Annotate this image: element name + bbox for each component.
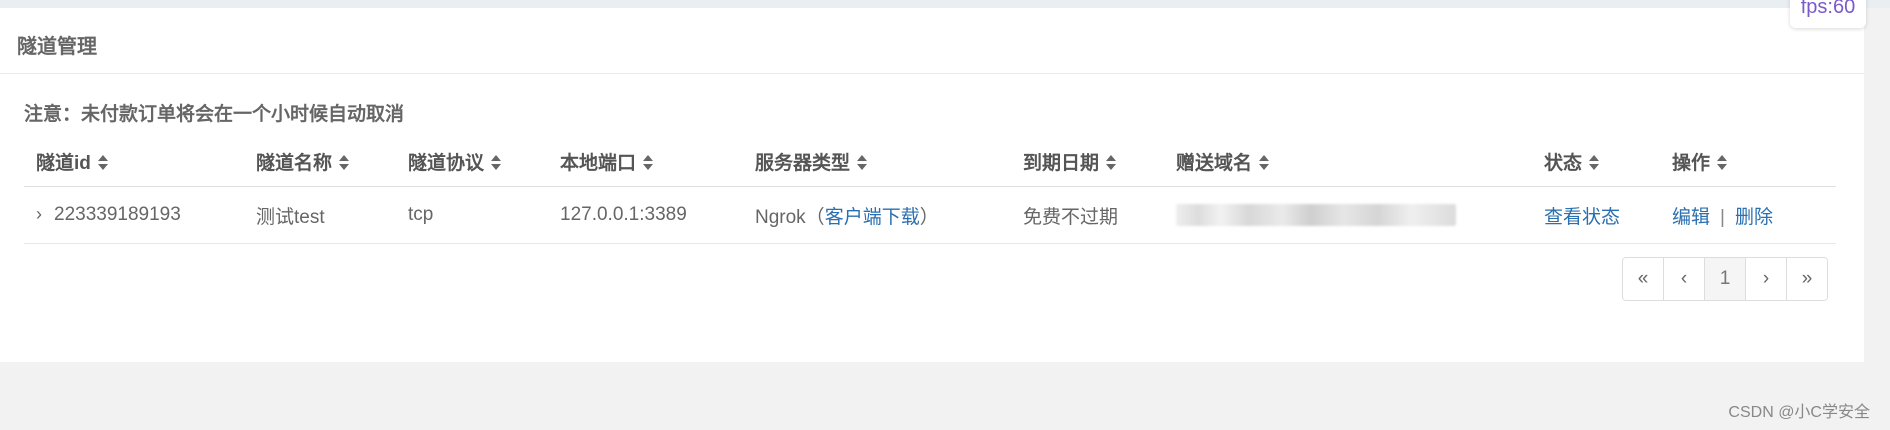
- tunnel-management-panel: 隧道管理 注意：未付款订单将会在一个小时候自动取消 隧道id 隧道名称 隧道协议…: [0, 8, 1864, 362]
- divider: [0, 73, 1864, 74]
- action-separator: |: [1720, 206, 1725, 228]
- sort-icon[interactable]: [1259, 154, 1270, 171]
- sort-icon[interactable]: [643, 154, 654, 171]
- page-1-button[interactable]: 1: [1704, 258, 1745, 300]
- column-header-name[interactable]: 隧道名称: [244, 136, 396, 187]
- column-header-domain[interactable]: 赠送域名: [1164, 136, 1532, 187]
- cell-gift-domain: [1164, 186, 1532, 244]
- top-border: [0, 0, 1890, 8]
- csdn-watermark: CSDN @小C学安全: [1728, 404, 1870, 421]
- cell-server-type: Ngrok（客户端下载）: [743, 186, 1011, 244]
- cell-local-port: 127.0.0.1:3389: [548, 186, 743, 244]
- column-header-expiry[interactable]: 到期日期: [1011, 136, 1164, 187]
- sort-icon[interactable]: [1717, 154, 1728, 171]
- pagination: « ‹ 1 › »: [1622, 257, 1828, 301]
- cell-status: 查看状态: [1532, 186, 1660, 244]
- table-header-row: 隧道id 隧道名称 隧道协议 本地端口 服务器类型 到期日期 赠送域名 状态 操…: [24, 136, 1836, 187]
- column-header-id[interactable]: 隧道id: [24, 136, 244, 187]
- cell-name: 测试test: [244, 186, 396, 244]
- sort-icon[interactable]: [97, 154, 108, 171]
- tunnel-table: 隧道id 隧道名称 隧道协议 本地端口 服务器类型 到期日期 赠送域名 状态 操…: [24, 136, 1836, 244]
- last-page-button[interactable]: »: [1786, 258, 1827, 300]
- cell-id: › 223339189193: [24, 186, 244, 244]
- client-download-link[interactable]: 客户端下载: [825, 207, 920, 228]
- table-row: › 223339189193 测试test tcp 127.0.0.1:3389 …: [24, 186, 1836, 244]
- column-header-actions[interactable]: 操作: [1660, 136, 1836, 187]
- column-header-local-port[interactable]: 本地端口: [548, 136, 743, 187]
- column-header-status[interactable]: 状态: [1532, 136, 1660, 187]
- unpaid-order-notice: 注意：未付款订单将会在一个小时候自动取消: [24, 104, 405, 125]
- cell-actions: 编辑 | 删除: [1660, 186, 1836, 244]
- delete-link[interactable]: 删除: [1735, 207, 1773, 228]
- view-status-link[interactable]: 查看状态: [1544, 207, 1620, 228]
- edit-link[interactable]: 编辑: [1672, 207, 1710, 228]
- first-page-button[interactable]: «: [1623, 258, 1663, 300]
- sort-icon[interactable]: [339, 154, 350, 171]
- cell-expiry: 免费不过期: [1011, 186, 1164, 244]
- sort-icon[interactable]: [491, 154, 502, 171]
- sort-icon[interactable]: [1106, 154, 1117, 171]
- prev-page-button[interactable]: ‹: [1663, 258, 1704, 300]
- cell-protocol: tcp: [396, 186, 548, 244]
- sort-icon[interactable]: [1589, 154, 1600, 171]
- column-header-protocol[interactable]: 隧道协议: [396, 136, 548, 187]
- next-page-button[interactable]: ›: [1745, 258, 1786, 300]
- fps-counter: fps:60: [1790, 0, 1866, 28]
- panel-title: 隧道管理: [17, 36, 97, 58]
- column-header-server-type[interactable]: 服务器类型: [743, 136, 1011, 187]
- redacted-domain: [1176, 203, 1456, 226]
- chevron-right-icon[interactable]: ›: [36, 204, 50, 225]
- sort-icon[interactable]: [857, 154, 868, 171]
